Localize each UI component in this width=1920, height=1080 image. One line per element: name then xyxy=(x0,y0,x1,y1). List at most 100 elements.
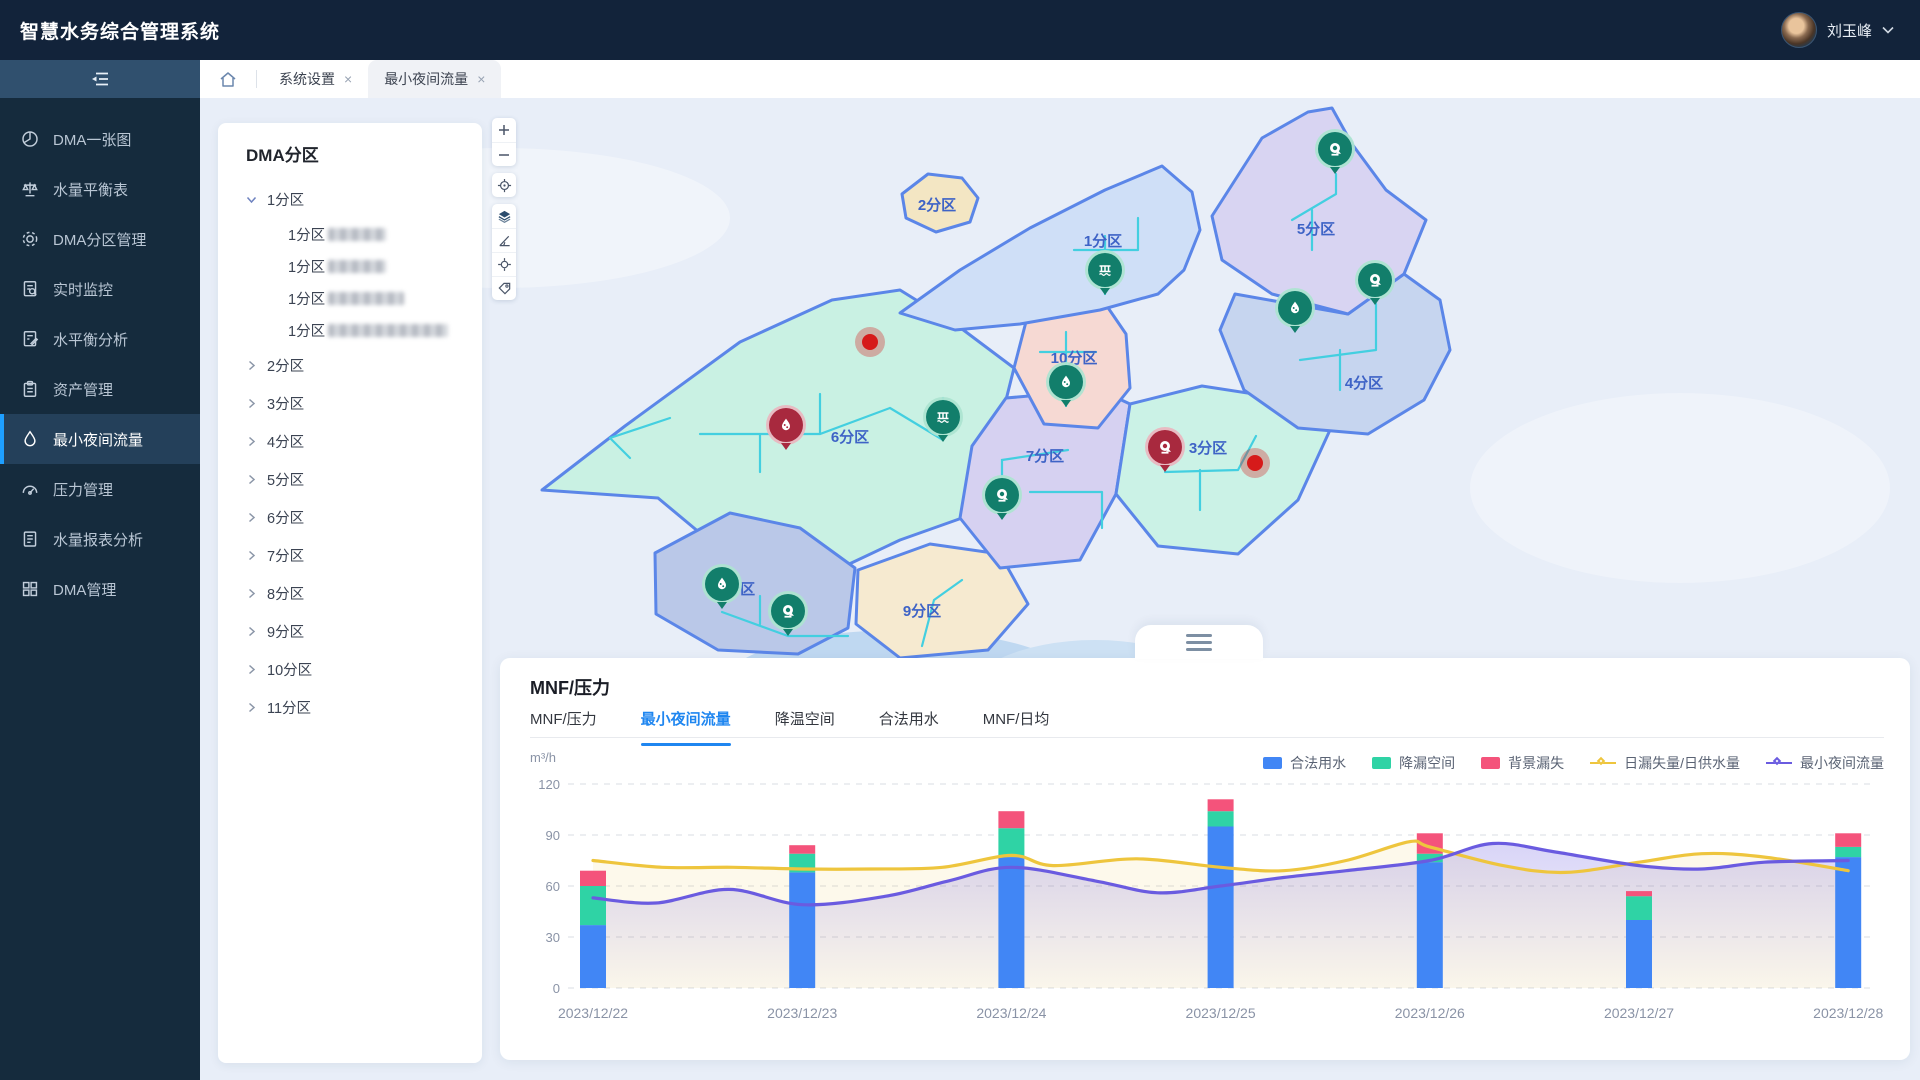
tree-child-node[interactable]: 1分区 xyxy=(246,282,482,314)
bar-segment-合法用水[interactable] xyxy=(789,872,815,988)
pump-marker[interactable] xyxy=(1147,430,1183,475)
tree-child-node[interactable]: 1分区 xyxy=(246,250,482,282)
tree-node-2分区[interactable]: 2分区 xyxy=(246,346,482,384)
pump-marker[interactable] xyxy=(770,594,806,639)
chevron-right-icon xyxy=(246,588,257,599)
close-tab-icon[interactable]: × xyxy=(477,71,485,87)
tree-node-11分区[interactable]: 11分区 xyxy=(246,688,482,726)
bar-segment-背景漏失[interactable] xyxy=(1626,891,1652,896)
user-name: 刘玉峰 xyxy=(1827,20,1872,41)
redacted-text xyxy=(328,324,448,337)
mnf-chart: 03060901202023/12/222023/12/232023/12/24… xyxy=(528,766,1888,1036)
tree-node-9分区[interactable]: 9分区 xyxy=(246,612,482,650)
chart-tab-2[interactable]: 最小夜间流量 xyxy=(641,708,731,737)
y-axis-tick: 90 xyxy=(546,828,560,843)
bar-segment-合法用水[interactable] xyxy=(998,857,1024,988)
bar-segment-合法用水[interactable] xyxy=(1835,857,1861,988)
layers-button[interactable] xyxy=(492,204,516,228)
sidebar-item-3[interactable]: DMA分区管理 xyxy=(0,214,200,264)
page-tab-2[interactable]: 最小夜间流量× xyxy=(368,60,501,98)
sidebar-item-1[interactable]: DMA一张图 xyxy=(0,114,200,164)
alarm-dot-marker[interactable] xyxy=(1240,448,1270,478)
sidebar-item-label: 资产管理 xyxy=(53,379,113,400)
drop-marker[interactable] xyxy=(1277,291,1313,336)
pump-marker[interactable] xyxy=(984,478,1020,523)
sidebar-item-6[interactable]: 资产管理 xyxy=(0,364,200,414)
y-axis-tick: 120 xyxy=(538,777,560,792)
chevron-right-icon xyxy=(246,550,257,561)
zoom-out-button[interactable] xyxy=(492,142,516,166)
tree-node-7分区[interactable]: 7分区 xyxy=(246,536,482,574)
locate-button[interactable] xyxy=(492,173,516,197)
alarm-dot-marker[interactable] xyxy=(855,327,885,357)
chart-tab-1[interactable]: MNF/压力 xyxy=(530,708,597,737)
page-tab-1[interactable]: 系统设置× xyxy=(263,60,368,98)
bar-segment-降漏空间[interactable] xyxy=(1835,847,1861,857)
close-tab-icon[interactable]: × xyxy=(344,71,352,87)
chart-tab-5[interactable]: MNF/日均 xyxy=(983,708,1050,737)
bar-segment-合法用水[interactable] xyxy=(1208,827,1234,989)
zoom-in-button[interactable] xyxy=(492,118,516,142)
tree-node-1分区[interactable]: 1分区 xyxy=(246,180,482,218)
layers-icon xyxy=(497,209,512,224)
bar-segment-合法用水[interactable] xyxy=(1626,920,1652,988)
bar-segment-合法用水[interactable] xyxy=(580,925,606,988)
tree-node-label: 3分区 xyxy=(267,393,304,414)
drop-marker[interactable] xyxy=(1048,365,1084,410)
tree-child-label: 1分区 xyxy=(288,320,325,341)
bar-segment-背景漏失[interactable] xyxy=(1835,833,1861,847)
sidebar-item-4[interactable]: 实时监控 xyxy=(0,264,200,314)
tree-node-4分区[interactable]: 4分区 xyxy=(246,422,482,460)
target-icon xyxy=(497,257,512,272)
sidebar-item-10[interactable]: DMA管理 xyxy=(0,564,200,614)
sidebar-item-label: 水量报表分析 xyxy=(53,529,143,550)
sidebar-item-9[interactable]: 水量报表分析 xyxy=(0,514,200,564)
drop-marker[interactable] xyxy=(704,567,740,612)
home-button[interactable] xyxy=(200,60,256,98)
pump-marker[interactable] xyxy=(1357,263,1393,308)
bar-segment-降漏空间[interactable] xyxy=(580,886,606,925)
bar-segment-合法用水[interactable] xyxy=(1417,862,1443,988)
target-button[interactable] xyxy=(492,252,516,276)
tree-node-8分区[interactable]: 8分区 xyxy=(246,574,482,612)
bar-segment-背景漏失[interactable] xyxy=(1208,799,1234,811)
bar-segment-背景漏失[interactable] xyxy=(789,845,815,854)
tag-button[interactable] xyxy=(492,276,516,300)
pump-marker[interactable] xyxy=(1317,132,1353,177)
tree-node-10分区[interactable]: 10分区 xyxy=(246,650,482,688)
bar-segment-背景漏失[interactable] xyxy=(580,871,606,886)
tree-node-3分区[interactable]: 3分区 xyxy=(246,384,482,422)
sidebar-item-5[interactable]: 水平衡分析 xyxy=(0,314,200,364)
tree-child-node[interactable]: 1分区 xyxy=(246,314,482,346)
sidebar-item-2[interactable]: 水量平衡表 xyxy=(0,164,200,214)
chart-collapse-handle[interactable] xyxy=(1135,625,1263,659)
pump-icon xyxy=(779,602,797,620)
sidebar-item-7[interactable]: 最小夜间流量 xyxy=(0,414,200,464)
redacted-text xyxy=(328,260,386,273)
tree-child-node[interactable]: 1分区 xyxy=(246,218,482,250)
bar-segment-降漏空间[interactable] xyxy=(998,828,1024,857)
sidebar-item-8[interactable]: 压力管理 xyxy=(0,464,200,514)
bar-segment-降漏空间[interactable] xyxy=(1626,896,1652,920)
tree-node-6分区[interactable]: 6分区 xyxy=(246,498,482,536)
sidebar-collapse-button[interactable] xyxy=(0,60,200,98)
district-label-3分区: 3分区 xyxy=(1189,440,1227,457)
home-icon xyxy=(219,71,237,88)
plant-marker[interactable] xyxy=(1087,253,1123,298)
tree-node-5分区[interactable]: 5分区 xyxy=(246,460,482,498)
chart-tab-4[interactable]: 合法用水 xyxy=(879,708,939,737)
chevron-right-icon xyxy=(246,664,257,675)
x-axis-tick: 2023/12/26 xyxy=(1395,1005,1465,1021)
user-menu[interactable]: 刘玉峰 xyxy=(1781,0,1894,60)
x-axis-tick: 2023/12/28 xyxy=(1813,1005,1883,1021)
chart-tabs: MNF/压力 最小夜间流量 降温空间 合法用水 MNF/日均 xyxy=(530,708,1884,738)
drop-marker[interactable] xyxy=(768,408,804,453)
bar-segment-背景漏失[interactable] xyxy=(998,811,1024,828)
chart-tab-3[interactable]: 降温空间 xyxy=(775,708,835,737)
plant-marker[interactable] xyxy=(925,400,961,445)
tree-node-label: 1分区 xyxy=(267,189,304,210)
bar-segment-降漏空间[interactable] xyxy=(1208,811,1234,826)
avatar[interactable] xyxy=(1781,12,1817,48)
sidebar-item-label: DMA管理 xyxy=(53,579,116,600)
measure-button[interactable] xyxy=(492,228,516,252)
